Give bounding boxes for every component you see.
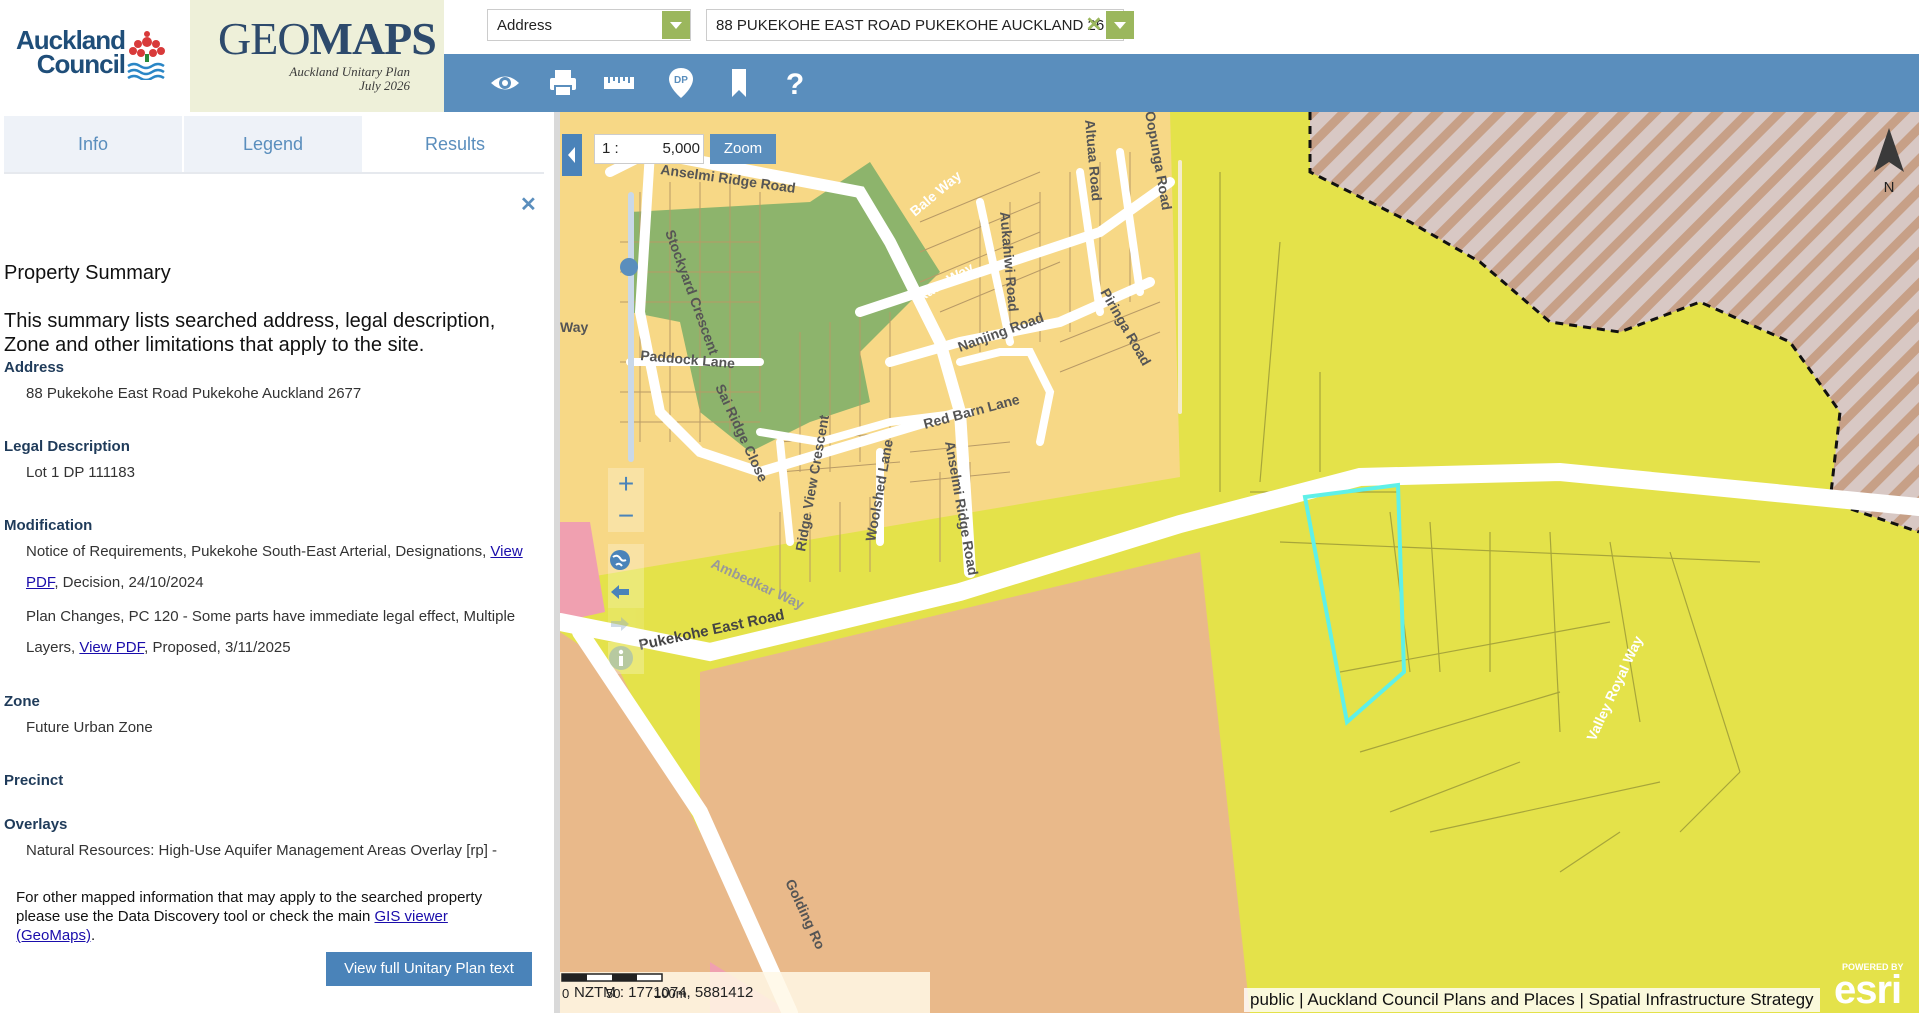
zoom-slider-track[interactable] <box>628 192 634 462</box>
globe-icon <box>610 550 630 570</box>
full-extent-button[interactable] <box>608 544 644 576</box>
help-icon[interactable]: ? <box>778 66 812 100</box>
ruler-icon[interactable] <box>602 66 636 100</box>
overlays-value: Natural Resources: High-Use Aquifer Mana… <box>26 842 498 859</box>
logo-line-2: Council <box>36 49 126 79</box>
results-panel: Info Legend Results ✕ Property Summary T… <box>0 112 560 1013</box>
map-view[interactable]: Anselmi Ridge Road Bale Way Stockyard Cr… <box>560 112 1919 1013</box>
bookmark-icon[interactable] <box>722 66 756 100</box>
dp-pin-icon[interactable]: DP <box>664 66 698 100</box>
svg-text:0: 0 <box>562 986 569 1001</box>
coordinate-readout: NZTM : 1771074, 5881412 0 50 100m <box>560 972 930 1013</box>
panel-tabs: Info Legend Results <box>4 112 544 172</box>
pohutukawa-logo-icon <box>127 31 165 80</box>
zoom-slider-handle[interactable] <box>620 258 638 276</box>
geomaps-banner: GEOMAPS Auckland Unitary Plan July 2026 <box>190 0 444 112</box>
legal-description-heading: Legal Description <box>4 438 130 455</box>
scale-prefix: 1 : <box>602 140 619 157</box>
next-extent-button[interactable] <box>608 608 644 640</box>
zoom-in-button[interactable]: + <box>608 468 644 500</box>
clear-search-icon[interactable]: ✕ <box>1084 11 1104 39</box>
arrow-right-icon <box>611 617 629 631</box>
north-arrow: N <box>1868 126 1910 196</box>
zone-value: Future Urban Zone <box>26 719 153 736</box>
gis-viewer-note: For other mapped information that may ap… <box>16 889 483 944</box>
esri-wordmark: esri <box>1834 968 1902 1012</box>
search-bar: Address 88 PUKEKOHE EAST ROAD PUKEKOHE A… <box>444 0 1919 54</box>
modification-item: Plan Changes, PC 120 - Some parts have i… <box>26 608 516 656</box>
council-logo[interactable]: Auckland Council <box>0 0 190 112</box>
view-pdf-link[interactable]: View PDF <box>79 639 144 656</box>
app-title: GEOMAPS <box>218 13 437 64</box>
collapse-panel-button[interactable] <box>562 134 582 176</box>
svg-text:100m: 100m <box>654 986 687 1001</box>
map-attribution: public | Auckland Council Plans and Plac… <box>1244 988 1820 1012</box>
chevron-down-icon <box>670 22 682 29</box>
scale-value: 5,000 <box>662 140 700 157</box>
precinct-heading: Precinct <box>4 772 64 789</box>
property-summary-description: This summary lists searched address, leg… <box>4 310 496 356</box>
zoom-out-button[interactable]: − <box>608 500 644 532</box>
chevron-down-icon <box>1114 22 1126 29</box>
print-icon[interactable] <box>546 66 580 100</box>
zoom-button[interactable]: Zoom <box>710 134 776 164</box>
tab-divider <box>4 172 544 174</box>
arrow-left-icon <box>611 585 629 599</box>
esri-logo: POWERED BY esri <box>1832 960 1916 1012</box>
legal-description-value: Lot 1 DP 111183 <box>26 464 135 481</box>
tab-legend[interactable]: Legend <box>184 116 362 172</box>
app-header: Auckland Council GEOMAPS Auckland Unitar… <box>0 0 1919 112</box>
eye-icon[interactable] <box>488 66 522 100</box>
search-type-dropdown-button[interactable] <box>662 11 690 39</box>
street-label: Way <box>560 319 588 335</box>
view-unitary-plan-button[interactable]: View full Unitary Plan text <box>326 952 532 986</box>
chevron-left-icon <box>568 147 575 163</box>
svg-text:DP: DP <box>674 75 688 86</box>
svg-text:N: N <box>1884 179 1895 196</box>
tab-results[interactable]: Results <box>366 116 544 172</box>
search-input[interactable]: 88 PUKEKOHE EAST ROAD PUKEKOHE AUCKLAND … <box>706 9 1124 41</box>
address-value: 88 Pukekohe East Road Pukekohe Auckland … <box>26 385 362 402</box>
map-toolbar: DP ? <box>444 54 1919 112</box>
property-summary-title: Property Summary <box>4 262 171 284</box>
info-icon <box>609 646 633 670</box>
scale-bar: 0 50 100m <box>561 973 687 1001</box>
north-arrow-icon: N <box>1874 128 1904 196</box>
search-type-select[interactable]: Address <box>487 9 691 41</box>
tab-info[interactable]: Info <box>4 116 182 172</box>
address-heading: Address <box>4 359 65 376</box>
modification-item: Notice of Requirements, Pukekohe South-E… <box>26 543 523 591</box>
close-icon[interactable]: ✕ <box>520 192 537 217</box>
map-canvas: Anselmi Ridge Road Bale Way Stockyard Cr… <box>560 112 1919 1013</box>
svg-text:?: ? <box>786 68 804 100</box>
overlays-heading: Overlays <box>4 816 68 833</box>
modification-heading: Modification <box>4 517 93 534</box>
search-results-dropdown-button[interactable] <box>1106 11 1134 39</box>
app-version-date: July 2026 <box>359 78 410 93</box>
zone-heading: Zone <box>4 693 40 710</box>
identify-button[interactable] <box>608 642 644 674</box>
council-logo-text: Auckland Council <box>16 27 126 79</box>
svg-text:50: 50 <box>606 986 620 1001</box>
previous-extent-button[interactable] <box>608 576 644 608</box>
